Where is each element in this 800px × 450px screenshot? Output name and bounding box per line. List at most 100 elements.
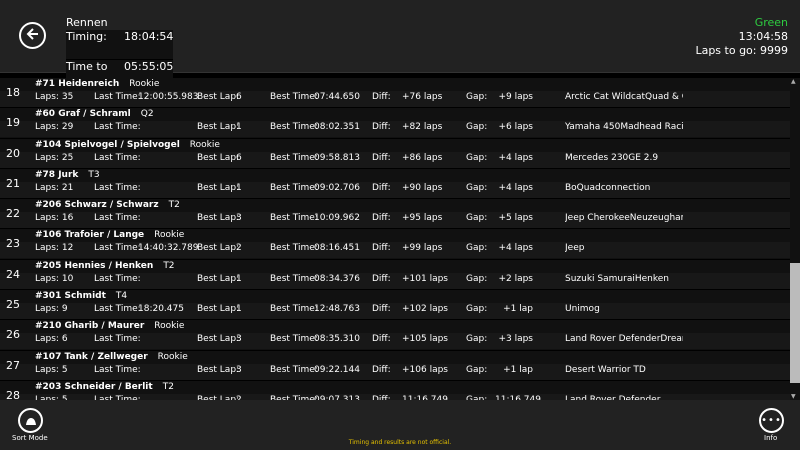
diff-label: Diff: — [372, 364, 391, 375]
laps-value: 6 — [61, 334, 68, 345]
gap-label: Gap: — [466, 92, 488, 102]
laps-label: Laps: — [35, 243, 59, 254]
scroll-up-icon[interactable]: ▲ — [791, 78, 796, 85]
last-time-label: Last Time: — [94, 122, 141, 133]
table-row[interactable]: 20 #104 Spielvogel / Spielvogel Rookie Laps… — [0, 138, 790, 169]
driver-name: #206 Schwarz / Schwarz T2 — [35, 200, 180, 210]
driver-name-text: #106 Trafoier / Lange — [35, 230, 145, 241]
class-badge: Rookie — [129, 79, 160, 89]
class-badge: Rookie — [189, 139, 220, 150]
gap-value: +2 laps — [498, 273, 533, 284]
gap-label: Gap: — [466, 273, 488, 284]
last-time-label: Last Time: — [94, 334, 141, 345]
laps-label: Laps: — [35, 182, 59, 193]
car-name: Jeep — [565, 243, 585, 254]
scroll-thumb[interactable] — [790, 263, 800, 383]
info-button[interactable]: ••• — [759, 408, 784, 433]
race-status: Green 13:04:58 Laps to go: 9999 — [695, 16, 788, 58]
sort-mode-icon — [25, 411, 37, 430]
table-row[interactable]: 22 #206 Schwarz / Schwarz T2 Laps: 16 Last T… — [0, 199, 790, 230]
laps-field: Laps: 25 — [35, 153, 73, 163]
laps-value: 10 — [61, 273, 74, 284]
gap-value: +5 laps — [498, 213, 533, 224]
gap-label: Gap: — [466, 152, 488, 163]
gap-value: +9 laps — [498, 92, 533, 102]
best-time-value: 08:34.376 — [314, 273, 360, 284]
best-time-value: 09:58.813 — [314, 152, 360, 163]
class-badge: Rookie — [154, 230, 185, 241]
info-label[interactable]: Info — [764, 434, 777, 442]
position: 25 — [6, 298, 20, 312]
diff-label: Diff: — [372, 304, 391, 315]
best-time-label: Best Time: — [270, 152, 318, 163]
position: 26 — [6, 328, 20, 342]
gap-value: +1 lap — [503, 364, 533, 375]
table-row[interactable]: 27 #107 Tank / Zellweger Rookie Laps: 5 Last… — [0, 350, 790, 381]
best-lap-label: Best Lap: — [197, 213, 240, 224]
driver-name: #205 Hennies / Henken T2 — [35, 261, 175, 271]
scroll-down-icon[interactable]: ▼ — [791, 393, 796, 400]
best-time-value: 12:48.763 — [314, 304, 360, 315]
results-list[interactable]: 18 #71 Heidenreich Rookie Laps: 35 Last Time… — [0, 78, 790, 400]
car-name: Arctic Cat WildcatQuad & Cros — [565, 92, 683, 102]
laps-value: 5 — [61, 364, 68, 375]
class-badge: T3 — [88, 169, 100, 180]
table-row[interactable]: 24 #205 Hennies / Henken T2 Laps: 10 Last Ti… — [0, 259, 790, 291]
driver-name: #78 Jurk T3 — [35, 170, 100, 180]
position: 20 — [6, 146, 20, 160]
driver-name: #106 Trafoier / Lange Rookie — [35, 230, 184, 240]
driver-name-text: #78 Jurk — [35, 169, 79, 180]
gap-value: +3 laps — [498, 334, 533, 345]
car-name: Yamaha 450Madhead Racing Te — [565, 122, 683, 133]
table-row[interactable]: 18 #71 Heidenreich Rookie Laps: 35 Last Time… — [0, 78, 790, 109]
best-time-value: 07:44.650 — [314, 92, 360, 102]
table-row[interactable]: 26 #210 Gharib / Maurer Rookie Laps: 6 Last … — [0, 320, 790, 351]
diff-value: +82 laps — [402, 122, 443, 133]
best-lap-value: 1 — [236, 304, 242, 315]
gap-label: Gap: — [466, 213, 488, 224]
car-name: Jeep CherokeeNeuzeughamme — [565, 213, 683, 224]
table-row[interactable]: 28 #203 Schneider / Berlit T2 Laps: 5 Last T… — [0, 380, 790, 400]
car-name: Mercedes 230GE 2.9 — [565, 152, 659, 163]
clock: 13:04:58 — [738, 30, 788, 43]
race-title: Rennen — [66, 16, 108, 29]
sort-mode-button[interactable] — [18, 408, 43, 433]
diff-value: +86 laps — [402, 152, 443, 163]
table-row[interactable]: 23 #106 Trafoier / Lange Rookie Laps: 12 Las… — [0, 229, 790, 260]
laps-value: 9 — [61, 304, 68, 315]
best-time-value: 08:02.351 — [314, 122, 360, 133]
last-time-value: 14:40:32.789 — [138, 243, 199, 254]
position: 28 — [6, 388, 20, 400]
laps-field: Laps: 16 — [35, 213, 73, 223]
laps-field: Laps: 5 — [35, 365, 68, 375]
best-time-label: Best Time: — [270, 243, 318, 254]
back-arrow-icon — [26, 26, 40, 45]
driver-name: #210 Gharib / Maurer Rookie — [35, 321, 184, 331]
diff-label: Diff: — [372, 152, 391, 163]
last-time-label: Last Time: — [94, 92, 141, 102]
last-time-label: Last Time: — [94, 182, 141, 193]
table-row[interactable]: 25 #301 Schmidt T4 Laps: 9 Last Time: 18:20.4… — [0, 290, 790, 321]
class-badge: Q2 — [140, 109, 154, 120]
position: 19 — [6, 116, 20, 130]
scrollbar[interactable]: ▲ ▼ — [790, 78, 800, 400]
laps-label: Laps: — [35, 334, 59, 345]
last-time-value: 18:20.475 — [138, 304, 184, 315]
laps-field: Laps: 29 — [35, 122, 73, 132]
last-time-label: Last Time: — [94, 152, 141, 163]
best-time-value: 08:16.451 — [314, 243, 360, 254]
driver-name-text: #206 Schwarz / Schwarz — [35, 200, 159, 211]
position: 21 — [6, 176, 20, 190]
table-row[interactable]: 19 #60 Graf / Schraml Q2 Laps: 29 Last Time:… — [0, 108, 790, 139]
diff-label: Diff: — [372, 122, 391, 133]
laps-label: Laps: — [35, 273, 59, 284]
best-time-value: 09:22.144 — [314, 364, 360, 375]
back-button[interactable] — [19, 22, 46, 49]
driver-name: #60 Graf / Schraml Q2 — [35, 109, 154, 119]
gap-label: Gap: — [466, 364, 488, 375]
class-badge: Rookie — [154, 321, 185, 332]
best-time-label: Best Time: — [270, 182, 318, 193]
driver-name-text: #301 Schmidt — [35, 291, 106, 302]
diff-value: +102 laps — [402, 304, 448, 315]
table-row[interactable]: 21 #78 Jurk T3 Laps: 21 Last Time: Best Lap: 1… — [0, 168, 790, 200]
